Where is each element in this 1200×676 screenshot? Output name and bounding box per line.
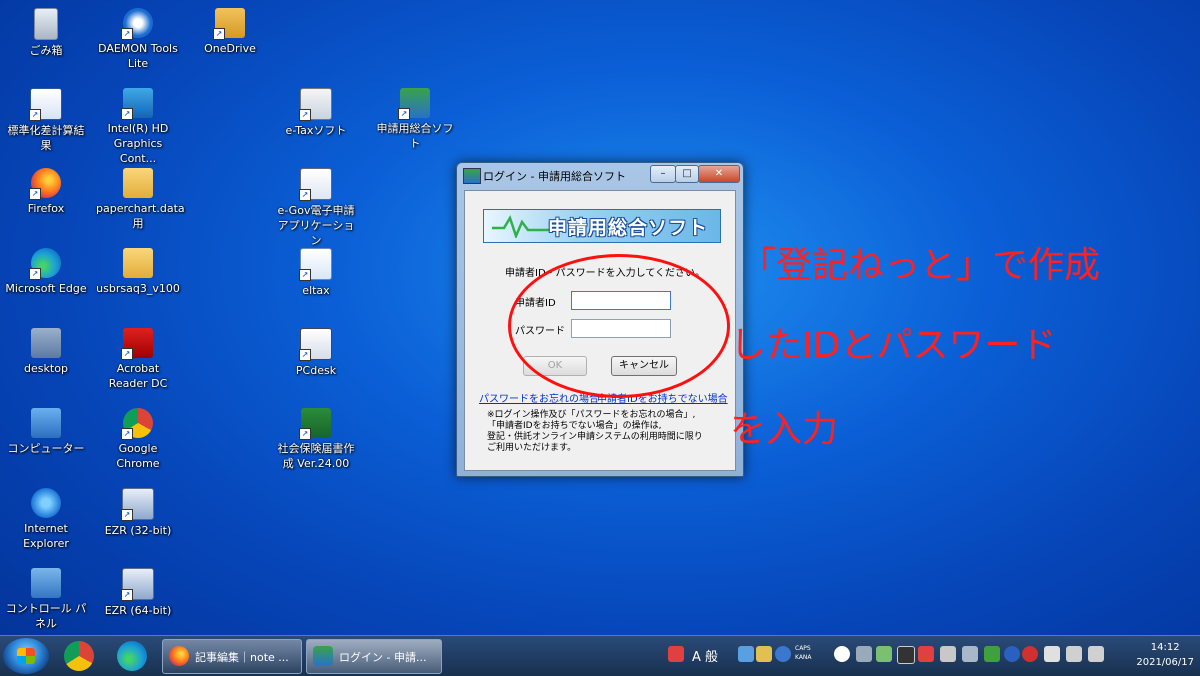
app-icon	[463, 168, 481, 184]
maximize-button[interactable]: □	[675, 165, 699, 183]
annotation-line-3: を入力	[730, 409, 839, 450]
system-clock[interactable]: 14:12 2021/06/17	[1136, 640, 1194, 670]
ime-pad-icon[interactable]	[738, 646, 754, 662]
intel-graphics-icon: ↗	[121, 88, 153, 120]
desktop-icon-egov[interactable]: ↗ e-Gov電子申請アプリケーション	[274, 162, 358, 248]
computer-icon	[31, 408, 61, 438]
desktop-icon-usbrsaq3[interactable]: usbrsaq3_v100	[96, 242, 180, 296]
media-tray-icon[interactable]	[897, 646, 915, 664]
edge-icon: ↗	[29, 248, 61, 280]
desktop-icon-intel-graphics[interactable]: ↗ Intel(R) HD Graphics Cont...	[96, 82, 180, 166]
desktop-icon-paperchart[interactable]: paperchart.data用	[96, 162, 185, 231]
onedrive-tray-icon[interactable]	[834, 646, 850, 662]
folder-icon	[123, 168, 153, 198]
close-tray-icon[interactable]	[1022, 646, 1038, 662]
desktop-icon-acrobat[interactable]: ↗ Acrobat Reader DC	[96, 322, 180, 391]
firefox-icon	[169, 646, 189, 666]
desktop-icon-daemon-tools[interactable]: ↗ DAEMON Tools Lite	[96, 2, 180, 71]
desktop-icon-onedrive[interactable]: ↗ OneDrive	[188, 2, 272, 56]
ime-mode-indicator[interactable]: A 般	[692, 646, 718, 665]
security-tray-icon[interactable]	[668, 646, 684, 662]
desktop-icon-hyojunka[interactable]: ↗ 標準化差計算結果	[4, 82, 88, 153]
pcdesk-icon: ↗	[299, 328, 332, 361]
egov-app-icon: ↗	[299, 168, 332, 201]
wave-logo-icon	[492, 215, 552, 238]
taskbar-task-note[interactable]: 記事編集｜note ...	[162, 639, 302, 674]
desktop-icon-computer[interactable]: コンピューター	[4, 402, 88, 456]
signal-icon[interactable]	[1066, 646, 1082, 662]
volume-icon[interactable]	[1088, 646, 1104, 662]
annotation-line-1: 「登記ねっと」で作成	[740, 245, 1101, 286]
network-drive-icon[interactable]	[856, 646, 872, 662]
desktop-folder-icon	[31, 328, 61, 358]
dialog-title: ログイン - 申請用総合ソフト	[483, 170, 626, 183]
onedrive-folder-icon: ↗	[213, 8, 245, 40]
caps-kana-indicator: CAPS KANA	[795, 645, 812, 661]
desktop-icon-pcdesk[interactable]: ↗ PCdesk	[274, 322, 358, 378]
taskbar: 記事編集｜note ... ログイン - 申請... A 般 CAPS KANA…	[0, 635, 1200, 676]
desktop-icon-control-panel[interactable]: コントロール パネル	[4, 562, 88, 631]
folder-icon	[123, 248, 153, 278]
shinsei-sogo-icon: ↗	[398, 88, 430, 120]
clock-time: 14:12	[1150, 642, 1180, 653]
windows-logo-icon	[17, 648, 35, 664]
bluetooth-icon[interactable]	[1004, 646, 1020, 662]
usage-note: ※ログイン操作及び「パスワードをお忘れの場合」, 「申請者IDをお持ちでない場合…	[487, 410, 703, 453]
ezr-icon: ↗	[121, 488, 154, 521]
desktop-icon-desktop[interactable]: desktop	[4, 322, 88, 376]
app-banner: 申請用総合ソフト	[483, 209, 721, 243]
eltax-icon: ↗	[299, 248, 332, 281]
shakai-hoken-icon: ↗	[299, 408, 331, 440]
close-button[interactable]: ✕	[698, 165, 740, 183]
desktop-icon-etax[interactable]: ↗ e-Taxソフト	[274, 82, 358, 138]
desktop-icon-shinsei-sogo[interactable]: ↗ 申請用総合ソフト	[373, 82, 457, 151]
firefox-icon: ↗	[29, 168, 61, 200]
desktop-icon-shakai-hoken[interactable]: ↗ 社会保険届書作成 Ver.24.00	[274, 402, 358, 471]
annotation-line-2: したIDとパスワード	[730, 325, 1057, 366]
annotation-ellipse	[508, 254, 730, 398]
wifi-icon[interactable]	[984, 646, 1000, 662]
edge-pinned-icon[interactable]	[117, 641, 147, 671]
desktop-icon-ezr32[interactable]: ↗ EZR (32-bit)	[96, 482, 180, 538]
desktop-icon-ezr64[interactable]: ↗ EZR (64-bit)	[96, 562, 180, 618]
desktop-icon-edge[interactable]: ↗ Microsoft Edge	[4, 242, 88, 296]
help-icon[interactable]	[775, 646, 791, 662]
acrobat-reader-icon: ↗	[121, 328, 153, 360]
ezr-icon: ↗	[121, 568, 154, 601]
desktop-icon-firefox[interactable]: ↗ Firefox	[4, 162, 88, 216]
daemon-tools-icon: ↗	[121, 8, 153, 40]
shinsei-sogo-icon	[313, 646, 333, 666]
error-tray-icon[interactable]	[918, 646, 934, 662]
desktop-icon-chrome[interactable]: ↗ Google Chrome	[96, 402, 180, 471]
clock-date: 2021/06/17	[1136, 657, 1194, 668]
battery-icon[interactable]	[1044, 646, 1060, 662]
dialog-titlebar[interactable]: ログイン - 申請用総合ソフト – □ ✕	[457, 163, 743, 187]
desktop-icon-recycle-bin[interactable]: ごみ箱	[4, 2, 88, 58]
display-tray-icon[interactable]	[876, 646, 892, 662]
taskbar-task-login[interactable]: ログイン - 申請...	[306, 639, 442, 674]
banner-text: 申請用総合ソフト	[548, 217, 709, 239]
usb-tray-icon[interactable]	[962, 646, 978, 662]
monitor-tray-icon[interactable]	[940, 646, 956, 662]
etax-icon: ↗	[299, 88, 332, 121]
minimize-button[interactable]: –	[650, 165, 676, 183]
start-button[interactable]	[3, 638, 49, 674]
ime-tool-icon[interactable]	[756, 646, 772, 662]
desktop-icon-eltax[interactable]: ↗ eltax	[274, 242, 358, 298]
internet-explorer-icon	[31, 488, 61, 518]
chrome-icon: ↗	[121, 408, 153, 440]
word-document-icon: ↗	[29, 88, 62, 121]
control-panel-icon	[31, 568, 61, 598]
desktop-icon-ie[interactable]: Internet Explorer	[4, 482, 88, 551]
recycle-bin-icon	[34, 8, 58, 40]
chrome-pinned-icon[interactable]	[64, 641, 94, 671]
